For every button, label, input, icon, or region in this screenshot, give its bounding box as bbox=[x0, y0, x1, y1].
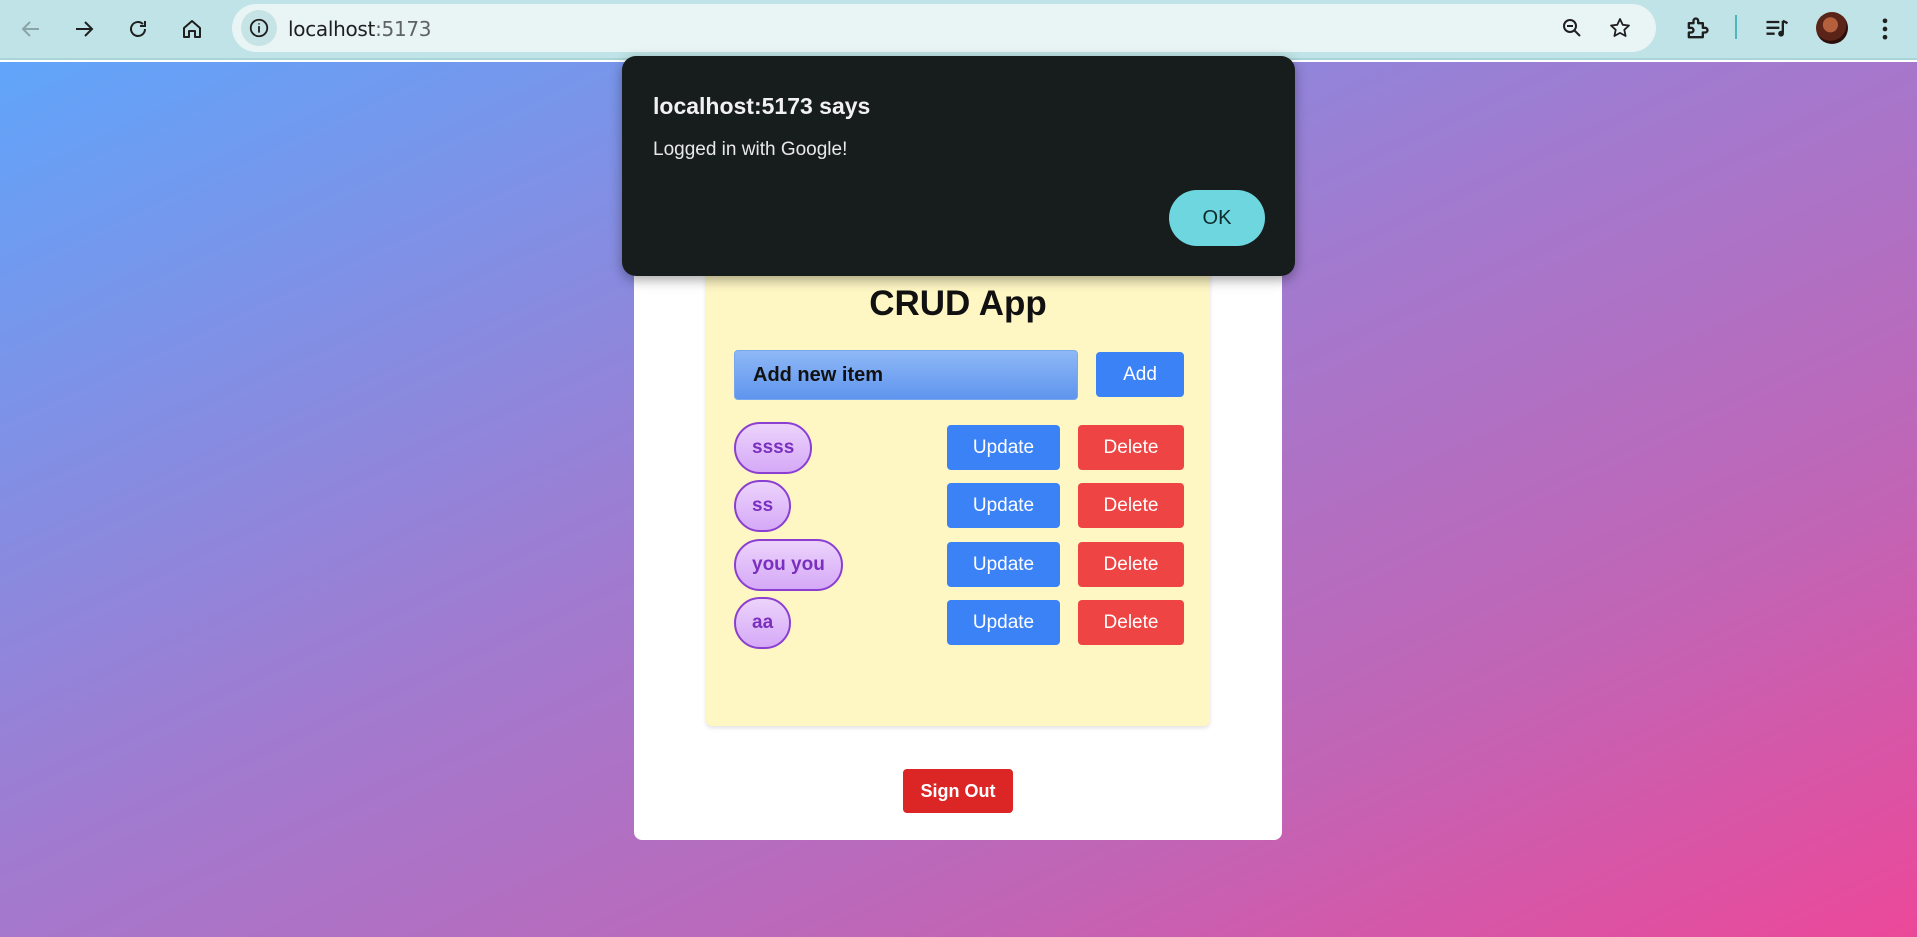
main-card: CRUD App Add new item Add ssss Update De… bbox=[634, 212, 1282, 840]
star-icon[interactable] bbox=[1608, 16, 1632, 40]
extensions-icon[interactable] bbox=[1683, 15, 1711, 43]
item-label: ss bbox=[734, 480, 792, 532]
crud-panel: CRUD App Add new item Add ssss Update De… bbox=[706, 262, 1210, 726]
url-text[interactable]: localhost:5173 bbox=[288, 17, 432, 41]
new-item-input[interactable]: Add new item bbox=[734, 350, 1078, 400]
toolbar-divider bbox=[1735, 15, 1737, 39]
ok-button[interactable]: OK bbox=[1169, 190, 1265, 246]
site-info-button[interactable] bbox=[241, 10, 277, 46]
profile-avatar[interactable] bbox=[1816, 12, 1848, 44]
media-icon[interactable] bbox=[1763, 15, 1791, 43]
alert-dialog: localhost:5173 says Logged in with Googl… bbox=[622, 56, 1295, 276]
browser-toolbar: localhost:5173 bbox=[0, 0, 1917, 60]
forward-button[interactable] bbox=[64, 9, 104, 49]
back-icon bbox=[21, 21, 39, 37]
home-icon bbox=[183, 20, 201, 38]
back-button[interactable] bbox=[11, 9, 51, 49]
dialog-title: localhost:5173 says bbox=[653, 93, 871, 119]
update-button[interactable]: Update bbox=[947, 600, 1060, 645]
forward-icon bbox=[76, 21, 94, 37]
delete-button[interactable]: Delete bbox=[1078, 483, 1184, 528]
delete-button[interactable]: Delete bbox=[1078, 600, 1184, 645]
delete-button[interactable]: Delete bbox=[1078, 425, 1184, 470]
address-bar[interactable]: localhost:5173 bbox=[232, 4, 1656, 52]
item-label: aa bbox=[734, 597, 792, 649]
item-label: you you bbox=[734, 539, 843, 591]
url-port: :5173 bbox=[375, 17, 432, 41]
reload-icon bbox=[130, 21, 146, 37]
site-info-icon bbox=[249, 18, 269, 38]
app-title: CRUD App bbox=[869, 284, 1047, 323]
update-button[interactable]: Update bbox=[947, 542, 1060, 587]
menu-icon[interactable] bbox=[1871, 15, 1899, 43]
item-label: ssss bbox=[734, 422, 813, 474]
home-button[interactable] bbox=[172, 9, 212, 49]
update-button[interactable]: Update bbox=[947, 425, 1060, 470]
reload-button[interactable] bbox=[118, 9, 158, 49]
update-button[interactable]: Update bbox=[947, 483, 1060, 528]
dialog-message: Logged in with Google! bbox=[653, 139, 848, 160]
sign-out-button[interactable]: Sign Out bbox=[903, 769, 1013, 813]
add-button[interactable]: Add bbox=[1096, 352, 1184, 397]
delete-button[interactable]: Delete bbox=[1078, 542, 1184, 587]
url-host: localhost bbox=[288, 17, 376, 41]
zoom-icon[interactable] bbox=[1560, 16, 1584, 40]
